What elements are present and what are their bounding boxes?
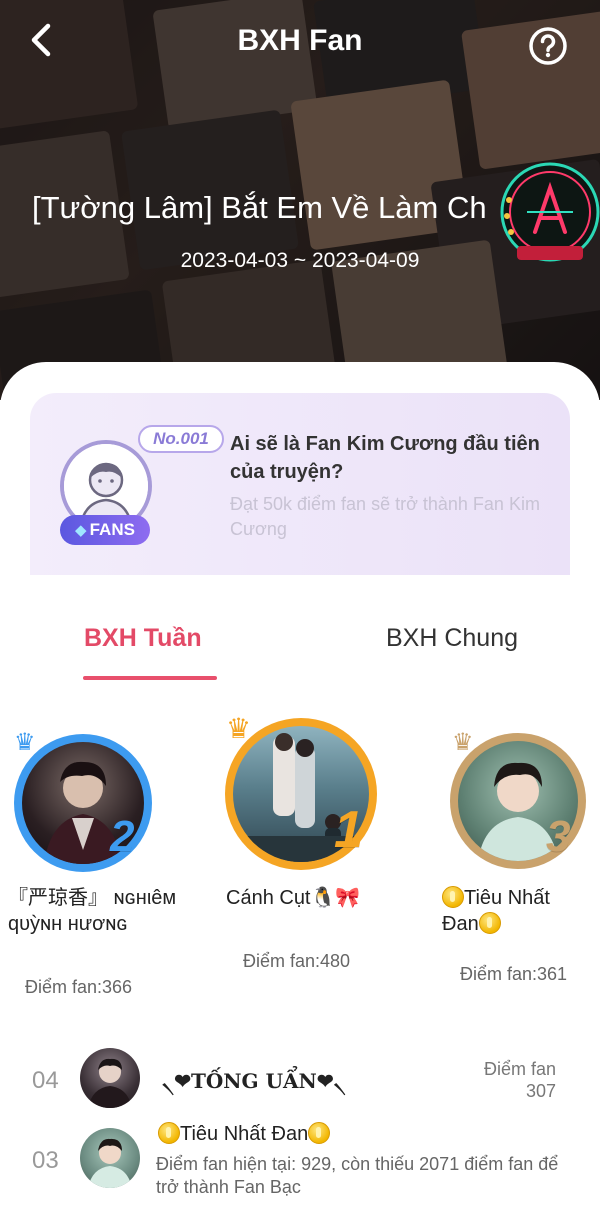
diamond-icon: ◆ bbox=[75, 522, 87, 539]
my-progress-note: Điểm fan hiện tại: 929, còn thiếu 2071 đ… bbox=[156, 1154, 559, 1197]
decor-swirl: ৲ bbox=[162, 1069, 175, 1093]
help-button[interactable] bbox=[528, 26, 568, 66]
list-avatar[interactable] bbox=[80, 1048, 140, 1108]
tab-overall-ranking[interactable]: BXH Chung bbox=[386, 624, 518, 653]
list-rank: 04 bbox=[32, 1067, 59, 1094]
help-icon bbox=[529, 27, 567, 65]
fans-badge-label: FANS bbox=[89, 520, 135, 539]
podium-score-1: Điểm fan:480 bbox=[243, 951, 351, 971]
watermark-logo bbox=[497, 160, 600, 270]
podium-rank-2: 2 bbox=[110, 812, 135, 861]
coin-icon bbox=[478, 912, 501, 934]
coin-icon bbox=[442, 886, 464, 908]
coin-icon bbox=[158, 1122, 180, 1144]
top-bar: BXH Fan bbox=[0, 0, 600, 90]
tab-weekly-ranking[interactable]: BXH Tuần bbox=[84, 624, 202, 653]
active-tab-indicator bbox=[83, 676, 217, 680]
my-avatar[interactable] bbox=[80, 1128, 140, 1188]
fans-badge: ◆ FANS bbox=[60, 515, 150, 545]
crown-icon: ♛ bbox=[14, 729, 36, 756]
decor-swirl: ৲ bbox=[333, 1069, 346, 1093]
podium-name-3: Tiêu Nhất Đan bbox=[442, 886, 550, 935]
crown-icon: ♛ bbox=[226, 713, 252, 744]
promo-title: Ai sẽ là Fan Kim Cương đầu tiên của truy… bbox=[230, 433, 540, 483]
podium-rank-3: 3 bbox=[546, 812, 571, 861]
podium-name-1: Cánh Cụt🐧🎀 bbox=[226, 887, 361, 909]
my-name: Tiêu Nhất Đan bbox=[158, 1122, 331, 1146]
coin-icon bbox=[308, 1122, 331, 1144]
podium-score-2: Điểm fan:366 bbox=[25, 977, 133, 997]
podium-score-3: Điểm fan:361 bbox=[460, 964, 568, 984]
my-rank: 03 bbox=[32, 1147, 59, 1174]
podium-name-2: 『严琼香』 ɴɢнιêм qυỳɴн нươɴɢ bbox=[8, 887, 177, 935]
rank-badge: No.001 bbox=[138, 425, 224, 453]
list-name: ৲❤TỐNG UẨN❤৲ bbox=[162, 1069, 346, 1093]
promo-subtitle: Đạt 50k điểm fan sẽ trở thành Fan Kim Cư… bbox=[230, 494, 540, 539]
list-score: Điểm fan 307 bbox=[483, 1059, 556, 1101]
story-title: [Tường Lâm] Bắt Em Về Làm Ch bbox=[32, 190, 487, 225]
crown-icon: ♛ bbox=[452, 729, 474, 756]
podium-rank-1: 1 bbox=[334, 801, 363, 859]
page-title: BXH Fan bbox=[237, 24, 363, 57]
